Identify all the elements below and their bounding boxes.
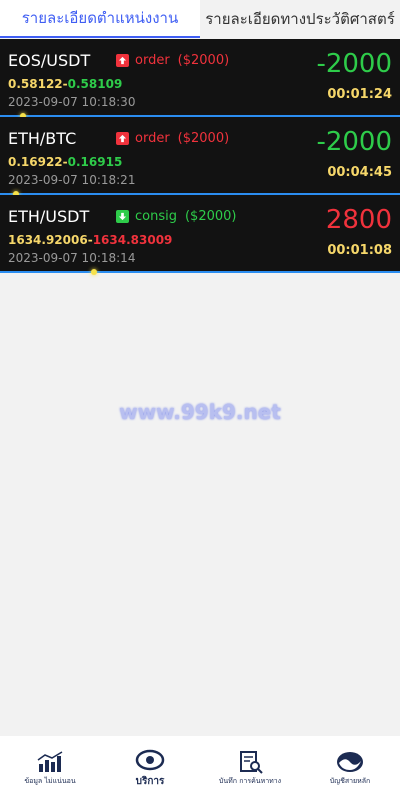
order-amount: -2000: [316, 49, 392, 79]
open-price: 1634.92006: [8, 233, 88, 247]
order-datetime: 2023-09-07 10:18:30: [8, 95, 136, 109]
arrow-up-icon: [116, 54, 129, 67]
order-card[interactable]: ETH/USDT consig ($2000) 1634.92006-1634.…: [0, 195, 400, 275]
progress-dot: [91, 269, 97, 275]
nav-label: ข้อมูล ไม่แน่นอน: [24, 776, 76, 785]
tab-history[interactable]: รายละเอียดทางประวัติศาสตร์: [200, 0, 400, 38]
order-badge: consig ($2000): [116, 209, 236, 224]
bottom-nav: ข้อมูล ไม่แน่นอน บริการ บันทึก การค้นหาท…: [0, 736, 400, 800]
search-doc-icon: [240, 750, 263, 774]
order-type: consig: [135, 209, 177, 224]
order-stake: ($2000): [177, 53, 230, 68]
order-prices: 1634.92006-1634.83009: [8, 233, 173, 247]
nav-label: บริการ: [135, 775, 165, 787]
order-card[interactable]: EOS/USDT order ($2000) 0.58122-0.58109 2…: [0, 39, 400, 119]
arrow-down-icon: [116, 210, 129, 223]
nav-market[interactable]: ข้อมูล ไม่แน่นอน: [15, 750, 85, 787]
order-card[interactable]: ETH/BTC order ($2000) 0.16922-0.16915 20…: [0, 117, 400, 197]
tab-positions[interactable]: รายละเอียดตำแหน่งงาน: [0, 0, 200, 38]
close-price: 0.16915: [67, 155, 123, 169]
open-price: 0.16922: [8, 155, 63, 169]
open-price: 0.58122: [8, 77, 63, 91]
order-stake: ($2000): [177, 131, 230, 146]
order-prices: 0.16922-0.16915: [8, 155, 123, 169]
order-symbol: ETH/BTC: [8, 129, 77, 148]
order-list: EOS/USDT order ($2000) 0.58122-0.58109 2…: [0, 39, 400, 275]
watermark: www.99k9.net: [119, 400, 281, 424]
nav-account[interactable]: บัญชีสายหลัก: [315, 750, 385, 787]
order-amount: 2800: [325, 205, 392, 235]
nav-label: บัญชีสายหลัก: [329, 776, 371, 785]
order-datetime: 2023-09-07 10:18:14: [8, 251, 136, 265]
order-badge: order ($2000): [116, 131, 229, 146]
wave-icon: [337, 751, 363, 772]
order-elapsed: 00:01:08: [327, 243, 392, 258]
order-symbol: EOS/USDT: [8, 51, 91, 70]
order-amount: -2000: [316, 127, 392, 157]
nav-records[interactable]: บันทึก การค้นหาทาง: [215, 750, 285, 787]
order-prices: 0.58122-0.58109: [8, 77, 123, 91]
close-price: 0.58109: [67, 77, 123, 91]
nav-service[interactable]: บริการ: [115, 748, 185, 789]
order-elapsed: 00:01:24: [327, 87, 392, 102]
order-type: order: [135, 131, 170, 146]
order-datetime: 2023-09-07 10:18:21: [8, 173, 136, 187]
order-stake: ($2000): [184, 209, 237, 224]
eye-icon: [135, 749, 165, 770]
order-elapsed: 00:04:45: [327, 165, 392, 180]
arrow-up-icon: [116, 132, 129, 145]
close-price: 1634.83009: [92, 233, 173, 247]
tab-bar: รายละเอียดตำแหน่งงาน รายละเอียดทางประวัต…: [0, 0, 400, 38]
nav-label: บันทึก การค้นหาทาง: [218, 776, 282, 785]
order-badge: order ($2000): [116, 53, 229, 68]
order-type: order: [135, 53, 170, 68]
order-symbol: ETH/USDT: [8, 207, 90, 226]
chart-icon: [37, 750, 63, 772]
